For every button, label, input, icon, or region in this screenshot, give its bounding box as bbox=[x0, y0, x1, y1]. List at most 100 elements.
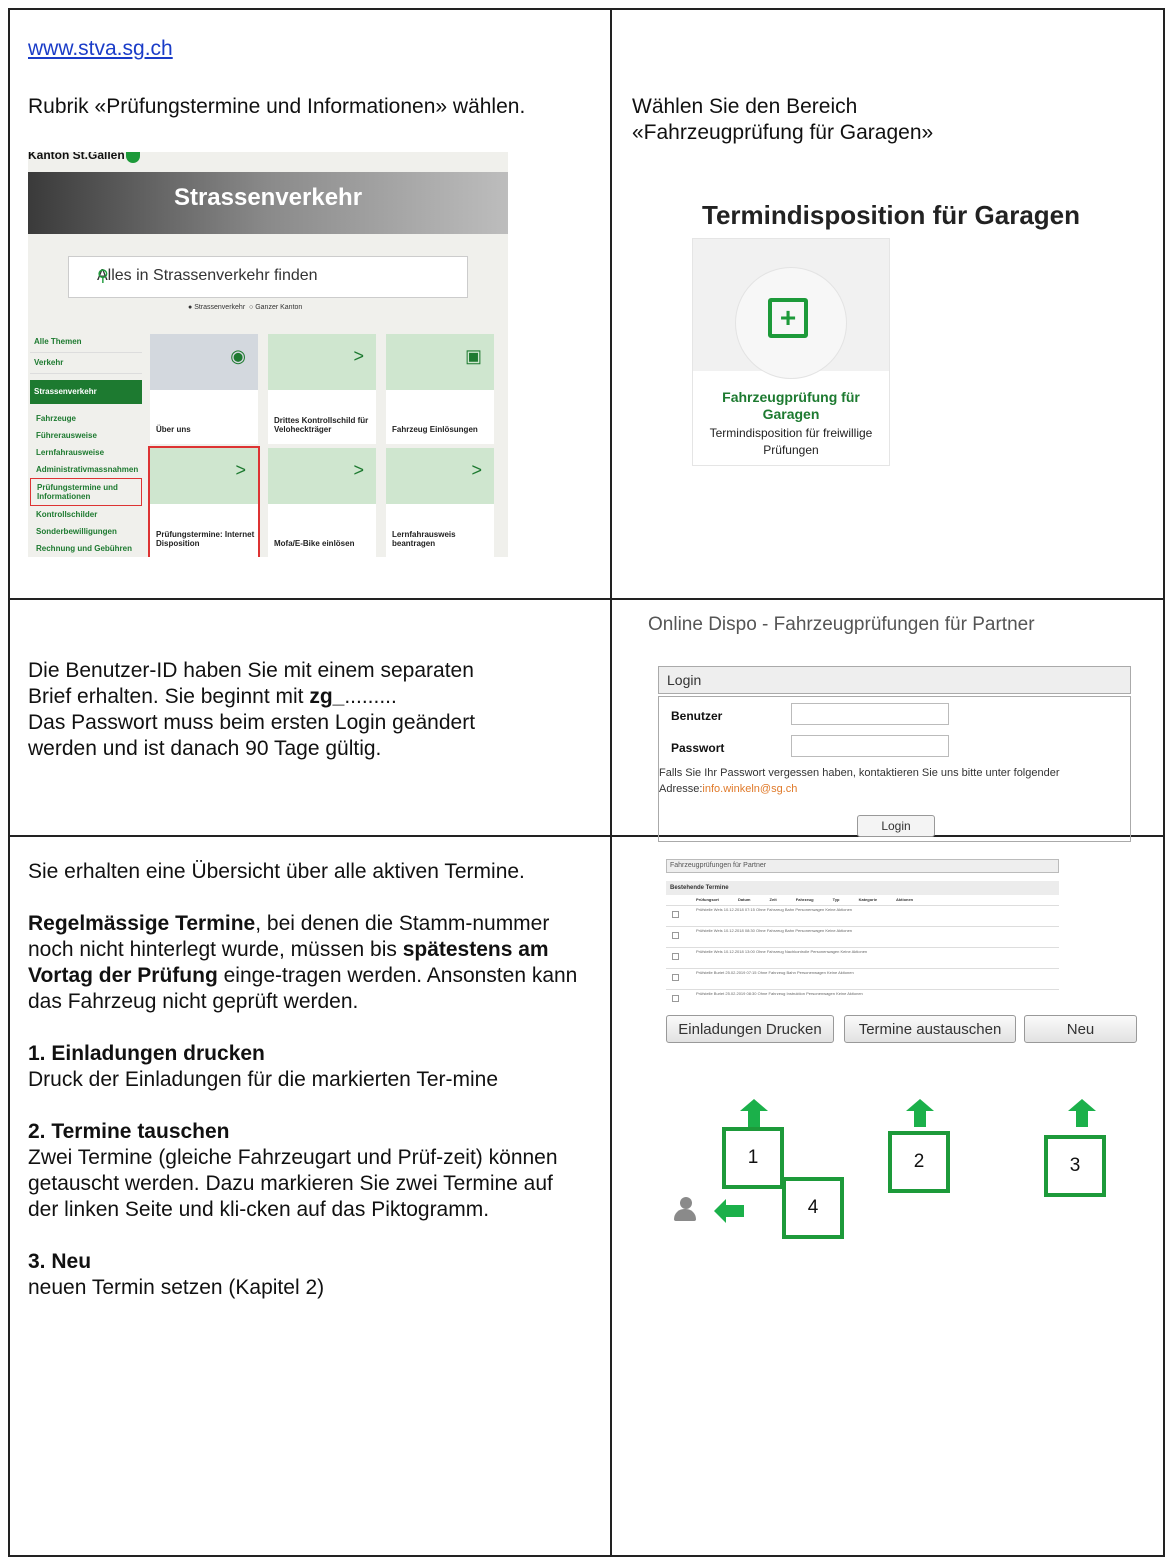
rubrik-instruction: Rubrik «Prüfungstermine und Informatione… bbox=[28, 95, 526, 118]
nav-sub[interactable]: Lernfahrausweise bbox=[30, 444, 142, 461]
chevron-right-icon: > bbox=[353, 346, 364, 366]
forgot-note-label: Adresse: bbox=[659, 783, 703, 795]
mini-bar: Fahrzeugprüfungen für Partner bbox=[666, 859, 1059, 873]
tile[interactable]: > Mofa/E-Bike einlösen bbox=[268, 448, 376, 557]
mini-title: Bestehende Termine bbox=[666, 881, 1059, 895]
benutzer-line3: Das Passwort muss beim ersten Login geän… bbox=[28, 711, 476, 734]
online-dispo-heading: Online Dispo - Fahrzeugprüfungen für Par… bbox=[648, 614, 1035, 635]
table-row: Prüfstelle Wels 10.12.2018 07:15 Ohne Fa… bbox=[666, 905, 1059, 926]
cell-benutzer: Die Benutzer-ID haben Sie mit einem sepa… bbox=[8, 598, 612, 837]
uebersicht-p2: Regelmässige Termine, bei denen die Stam… bbox=[28, 911, 588, 1015]
p2-bold1: Regelmässige Termine bbox=[28, 912, 256, 935]
site-nav: Alle Themen Verkehr Strassenverkehr Fahr… bbox=[30, 332, 142, 557]
nav-sub[interactable]: Administrativmassnahmen bbox=[30, 461, 142, 478]
bereich-line1: Wählen Sie den Bereich bbox=[632, 95, 858, 118]
cell-uebersicht: Sie erhalten eine Übersicht über alle ak… bbox=[8, 835, 612, 1557]
heading-1: 1. Einladungen drucken bbox=[28, 1042, 265, 1065]
tile[interactable]: > Lernfahrausweis beantragen bbox=[386, 448, 494, 557]
arrow-up-icon bbox=[1068, 1099, 1096, 1127]
calendar-plus-icon: + bbox=[768, 298, 808, 338]
nav-sub[interactable]: Fahrzeuge bbox=[30, 410, 142, 427]
nav-sub-highlighted[interactable]: Prüfungstermine und Informationen bbox=[30, 478, 142, 506]
card-circle: + bbox=[735, 267, 847, 379]
tile-label: Prüfungstermine: Internet Disposition bbox=[156, 530, 255, 548]
tile-highlighted[interactable]: > Prüfungstermine: Internet Disposition bbox=[148, 446, 260, 557]
user-input[interactable] bbox=[791, 703, 949, 725]
benutzer-line2: Brief erhalten. Sie beginnt mit bbox=[28, 685, 310, 708]
callout-1: 1 bbox=[722, 1127, 784, 1189]
arrow-left-icon bbox=[714, 1199, 744, 1223]
password-input[interactable] bbox=[791, 735, 949, 757]
termine-austauschen-button[interactable]: Termine austauschen bbox=[844, 1015, 1016, 1043]
card-subtitle: Termindisposition für freiwillige Prüfun… bbox=[709, 426, 873, 457]
chevron-right-icon: > bbox=[235, 460, 246, 480]
site-search[interactable]: Alles in Strassenverkehr finden ⚲ bbox=[68, 256, 468, 298]
instruction-table: www.stva.sg.ch Rubrik «Prüfungstermine u… bbox=[8, 8, 1165, 1557]
tile-label: Lernfahrausweis beantragen bbox=[392, 530, 456, 548]
hero-banner: Strassenverkehr bbox=[28, 172, 508, 234]
callout-4: 4 bbox=[782, 1177, 844, 1239]
termindisposition-heading: Termindisposition für Garagen bbox=[702, 200, 1081, 230]
uebersicht-text: Sie erhalten eine Übersicht über alle ak… bbox=[28, 859, 588, 1301]
chevron-right-icon: > bbox=[353, 460, 364, 480]
document-page: www.stva.sg.ch Rubrik «Prüfungstermine u… bbox=[0, 0, 1165, 1560]
benutzer-text: Die Benutzer-ID haben Sie mit einem sepa… bbox=[28, 658, 608, 762]
text-2: Zwei Termine (gleiche Fahrzeugart und Pr… bbox=[28, 1146, 558, 1221]
radio-ganzer-kanton: Ganzer Kanton bbox=[255, 304, 303, 311]
nav-item[interactable]: Alle Themen bbox=[30, 332, 142, 353]
text-3: neuen Termin setzen (Kapitel 2) bbox=[28, 1276, 325, 1299]
cell-website: www.stva.sg.ch Rubrik «Prüfungstermine u… bbox=[8, 8, 612, 600]
tile-label: Über uns bbox=[156, 425, 191, 434]
nav-item-active[interactable]: Strassenverkehr bbox=[30, 380, 142, 404]
callout-3: 3 bbox=[1044, 1135, 1106, 1197]
callout-2: 2 bbox=[888, 1131, 950, 1193]
neu-button[interactable]: Neu bbox=[1024, 1015, 1137, 1043]
stva-link[interactable]: www.stva.sg.ch bbox=[28, 37, 173, 60]
user-label: Benutzer bbox=[671, 709, 723, 723]
chat-icon: ◉ bbox=[230, 346, 246, 366]
tile[interactable]: ▣ Fahrzeug Einlösungen bbox=[386, 334, 494, 444]
chevron-right-icon: > bbox=[471, 460, 482, 480]
login-panel: Login Benutzer Passwort Falls Sie Ihr Pa… bbox=[658, 666, 1131, 842]
nav-sub[interactable]: Sonderbewilligungen bbox=[30, 523, 142, 540]
arrow-up-icon bbox=[906, 1099, 934, 1127]
crest-icon bbox=[126, 152, 140, 163]
login-bar: Login bbox=[658, 666, 1131, 694]
benutzer-dots: ......... bbox=[344, 685, 397, 708]
nav-sub[interactable]: Kontrollschilder bbox=[30, 506, 142, 523]
table-row: Prüfstelle Buriet 25.02.2019 08:30 Ohne … bbox=[666, 989, 1059, 1010]
hero-title: Strassenverkehr bbox=[173, 184, 363, 211]
benutzer-line4: werden und ist danach 90 Tage gültig. bbox=[28, 737, 382, 760]
tile-label: Mofa/E-Bike einlösen bbox=[274, 539, 355, 548]
nav-item[interactable]: Verkehr bbox=[30, 353, 142, 374]
table-row: Prüfstelle Wels 10.12.2018 08:30 Ohne Fa… bbox=[666, 926, 1059, 947]
login-button[interactable]: Login bbox=[857, 815, 935, 837]
arrow-up-icon bbox=[740, 1099, 768, 1127]
search-icon: ⚲ bbox=[97, 268, 109, 285]
table-row: Prüfstelle Wels 10.12.2018 13:00 Ohne Fa… bbox=[666, 947, 1059, 968]
tile[interactable]: ◉ Über uns bbox=[150, 334, 258, 444]
tile[interactable]: > Drittes Kontrollschild für Veloheckträg… bbox=[268, 334, 376, 444]
login-box: Benutzer Passwort Falls Sie Ihr Passwort… bbox=[658, 696, 1131, 842]
kanton-logo-text: Kanton St.Gallen bbox=[28, 152, 125, 162]
uebersicht-p1: Sie erhalten eine Übersicht über alle ak… bbox=[28, 860, 525, 883]
cell-bereich: Wählen Sie den Bereich «Fahrzeugprüfung … bbox=[610, 8, 1165, 600]
forgot-note: Falls Sie Ihr Passwort vergessen haben, … bbox=[659, 765, 1060, 797]
text-1: Druck der Einladungen für die markierten… bbox=[28, 1068, 498, 1091]
support-email-link[interactable]: info.winkeln@sg.ch bbox=[702, 783, 797, 795]
card-title: Fahrzeugprüfung für Garagen bbox=[722, 389, 860, 422]
heading-2: 2. Termine tauschen bbox=[28, 1120, 230, 1143]
nav-sub[interactable]: Rechnung und Gebühren bbox=[30, 540, 142, 557]
search-scope[interactable]: ● Strassenverkehr ○ Ganzer Kanton bbox=[188, 304, 302, 311]
person-edit-icon[interactable] bbox=[674, 1197, 700, 1223]
nav-sub[interactable]: Führerausweise bbox=[30, 427, 142, 444]
pass-label: Passwort bbox=[671, 741, 725, 755]
mini-header: Prüfungsort Datum Zeit Fahrzeug Typ Kate… bbox=[696, 897, 914, 902]
heading-3: 3. Neu bbox=[28, 1250, 92, 1273]
bereich-line2: «Fahrzeugprüfung für Garagen» bbox=[632, 121, 934, 144]
fahrzeugpruefung-card[interactable]: + Fahrzeugprüfung für Garagen Termindisp… bbox=[692, 238, 890, 466]
einladungen-drucken-button[interactable]: Einladungen Drucken bbox=[666, 1015, 834, 1043]
tile-label: Fahrzeug Einlösungen bbox=[392, 425, 478, 434]
benutzer-line1: Die Benutzer-ID haben Sie mit einem sepa… bbox=[28, 659, 474, 682]
car-icon: ▣ bbox=[464, 346, 482, 366]
